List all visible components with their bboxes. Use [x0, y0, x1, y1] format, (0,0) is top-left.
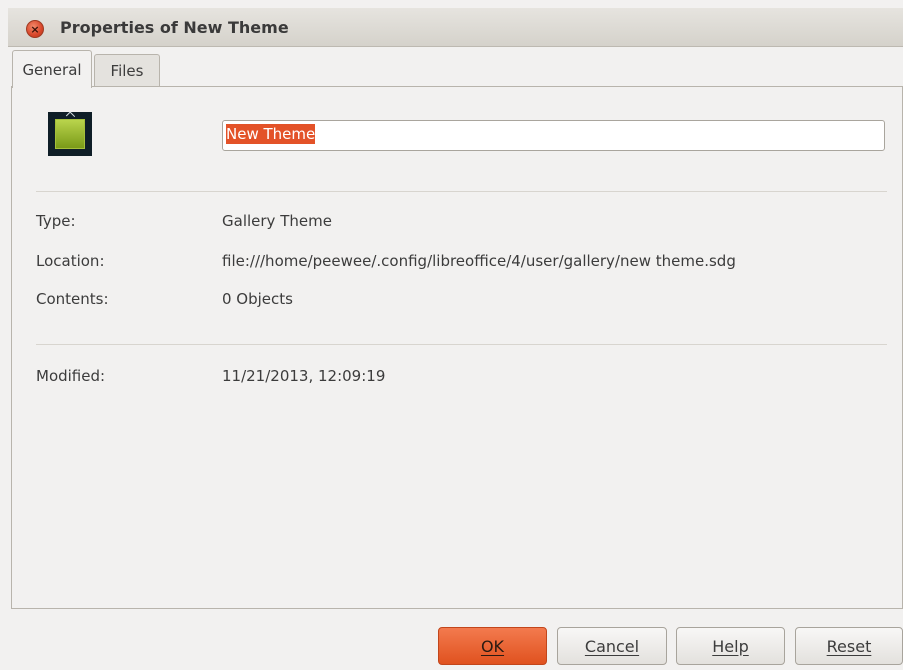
- separator: [36, 191, 887, 192]
- theme-name-input[interactable]: New Theme: [222, 120, 885, 151]
- reset-button[interactable]: Reset: [795, 627, 903, 665]
- tab-general[interactable]: General: [12, 50, 92, 88]
- type-value: Gallery Theme: [222, 212, 332, 230]
- ok-button[interactable]: OK: [438, 627, 547, 665]
- title-bar: × Properties of New Theme: [8, 8, 903, 47]
- contents-label: Contents:: [36, 290, 109, 308]
- type-label: Type:: [36, 212, 76, 230]
- modified-label: Modified:: [36, 367, 106, 385]
- tab-files[interactable]: Files: [94, 54, 160, 87]
- modified-value: 11/21/2013, 12:09:19: [222, 367, 386, 385]
- window-title: Properties of New Theme: [60, 18, 289, 37]
- location-label: Location:: [36, 252, 105, 270]
- help-button[interactable]: Help: [676, 627, 785, 665]
- cancel-button[interactable]: Cancel: [557, 627, 667, 665]
- close-icon[interactable]: ×: [26, 20, 44, 38]
- location-value: file:///home/peewee/.config/libreoffice/…: [222, 252, 736, 270]
- gallery-theme-icon: [48, 111, 92, 156]
- separator: [36, 344, 887, 345]
- theme-name-selected-text: New Theme: [226, 124, 316, 144]
- general-panel: [11, 86, 903, 609]
- contents-value: 0 Objects: [222, 290, 293, 308]
